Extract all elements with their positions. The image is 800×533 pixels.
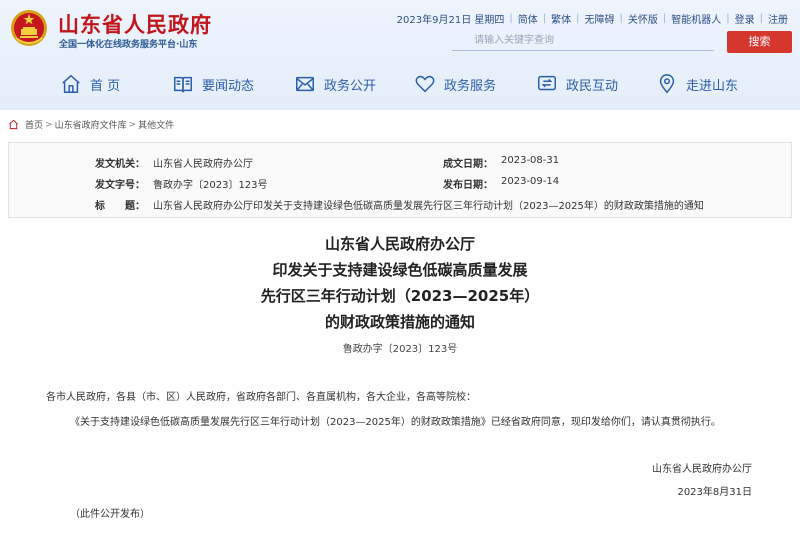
care-mode-link[interactable]: 关怀版: [628, 11, 658, 26]
site-title[interactable]: 山东省人民政府: [58, 9, 212, 39]
separator: |: [509, 13, 513, 24]
issuer-value: 山东省人民政府办公厅: [153, 159, 253, 170]
breadcrumb-home[interactable]: 首页: [25, 118, 43, 131]
date-created-label: 成文日期：: [443, 159, 493, 170]
nav-label: 政务服务: [444, 78, 497, 94]
issuer-label: 发文机关：: [95, 159, 145, 170]
main-nav: 首 页 要闻动态 政务公开 政务服务 政民互动 走进山东: [0, 62, 800, 106]
breadcrumb-separator: >: [128, 119, 137, 130]
separator: |: [619, 13, 623, 24]
date-published-label: 发布日期：: [443, 180, 493, 191]
top-links: 2023年9月21日 星期四 | 简体 | 繁体 | 无障碍 | 关怀版 | 智…: [397, 11, 788, 26]
document-metadata: 发文机关： 山东省人民政府办公厅 成文日期： 2023-08-31 发文字号： …: [8, 142, 792, 218]
nav-item-news[interactable]: 要闻动态: [172, 70, 254, 98]
article-title-line: 先行区三年行动计划（2023—2025年）: [260, 287, 540, 305]
site-header: 山东省人民政府 全国一体化在线政务服务平台·山东 2023年9月21日 星期四 …: [0, 0, 800, 110]
nav-label: 走进山东: [686, 78, 739, 94]
nav-item-home[interactable]: 首 页: [60, 70, 120, 98]
home-icon: [9, 119, 18, 130]
nav-label: 政务公开: [324, 78, 377, 94]
article-title-line: 印发关于支持建设绿色低碳高质量发展: [272, 261, 528, 279]
nav-label: 首 页: [90, 78, 121, 94]
date-created-value: 2023-08-31: [501, 155, 560, 166]
breadcrumb: 首页 > 山东省政府文件库 > 其他文件: [8, 118, 174, 131]
robot-link[interactable]: 智能机器人: [671, 11, 721, 26]
exchange-icon: [538, 75, 556, 91]
article-docno: 鲁政办字〔2023〕123号: [342, 344, 458, 355]
salutation: 各市人民政府，各县（市、区）人民政府，省政府各部门、各直属机构，各大企业，各高等…: [46, 392, 476, 403]
title-value: 山东省人民政府办公厅印发关于支持建设绿色低碳高质量发展先行区三年行动计划（202…: [153, 201, 704, 212]
accessibility-link[interactable]: 无障碍: [585, 11, 615, 26]
separator: |: [542, 13, 547, 24]
docno-value: 鲁政办字〔2023〕123号: [153, 180, 268, 191]
breadcrumb-other[interactable]: 其他文件: [138, 118, 174, 131]
breadcrumb-separator: >: [45, 119, 53, 130]
docno-label: 发文字号：: [95, 180, 145, 191]
nav-label: 政民互动: [566, 78, 619, 94]
nav-item-gov-disclosure[interactable]: 政务公开: [294, 70, 376, 98]
book-icon: [174, 76, 192, 93]
article-title-line: 山东省人民政府办公厅: [324, 235, 475, 253]
title-label: 标 题：: [95, 201, 145, 212]
traditional-link[interactable]: 繁体: [551, 11, 571, 26]
date-published-value: 2023-09-14: [501, 176, 560, 187]
nav-item-about-shandong[interactable]: 走进山东: [656, 70, 738, 98]
publication-note: （此件公开发布）: [70, 509, 150, 520]
nav-item-gov-service[interactable]: 政务服务: [414, 70, 496, 98]
breadcrumb-library[interactable]: 山东省政府文件库: [55, 118, 127, 131]
sign-date: 2023年8月31日: [677, 487, 752, 498]
home-icon: [62, 74, 80, 93]
separator: |: [576, 13, 580, 24]
separator: |: [726, 13, 730, 24]
register-link[interactable]: 注册: [768, 11, 788, 26]
login-link[interactable]: 登录: [735, 11, 755, 26]
site-subtitle: 全国一体化在线政务服务平台·山东: [59, 40, 198, 50]
current-date: 2023年9月21日 星期四: [396, 15, 505, 26]
nav-label: 要闻动态: [202, 78, 255, 94]
signature: 山东省人民政府办公厅: [652, 464, 752, 475]
body-paragraph: 《关于支持建设绿色低碳高质量发展先行区三年行动计划（2023—2025年）的财政…: [70, 417, 721, 428]
location-icon: [659, 74, 675, 94]
heart-icon: [415, 75, 435, 93]
article-title-line: 的财政政策措施的通知: [324, 313, 475, 331]
search-input[interactable]: 请输入关键字查询: [452, 31, 714, 51]
national-emblem-icon: [11, 10, 47, 46]
separator: |: [662, 13, 667, 24]
separator: |: [759, 13, 763, 24]
nav-item-interaction[interactable]: 政民互动: [536, 70, 618, 98]
search-button[interactable]: 搜索: [727, 31, 792, 53]
simplified-link[interactable]: 简体: [518, 11, 538, 26]
envelope-icon: [296, 76, 314, 92]
